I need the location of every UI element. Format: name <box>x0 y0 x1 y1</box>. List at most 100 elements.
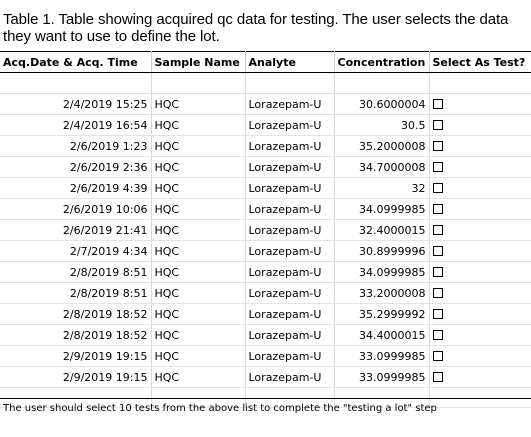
concentration-cell: 30.6000004 <box>333 93 430 115</box>
date-cell: 2/8/2019 8:51 <box>0 261 152 283</box>
sample-cell: HQC <box>150 261 246 283</box>
select-cell <box>428 366 531 388</box>
table-row: 2/9/2019 19:15 HQC Lorazepam-U 33.099998… <box>0 345 531 367</box>
select-cell <box>428 219 531 241</box>
analyte-cell: Lorazepam-U <box>244 198 335 220</box>
table-row: 2/7/2019 4:34 HQC Lorazepam-U 30.8999996 <box>0 240 531 262</box>
select-checkbox[interactable] <box>432 329 443 340</box>
select-checkbox[interactable] <box>432 119 443 130</box>
table-row: 2/6/2019 1:23 HQC Lorazepam-U 35.2000008 <box>0 135 531 157</box>
select-cell <box>428 114 531 136</box>
date-cell: 2/9/2019 19:15 <box>0 366 152 388</box>
date-cell: 2/8/2019 18:52 <box>0 303 152 325</box>
analyte-cell: Lorazepam-U <box>244 345 335 367</box>
select-checkbox[interactable] <box>432 161 443 172</box>
select-checkbox[interactable] <box>432 245 443 256</box>
analyte-cell: Lorazepam-U <box>244 156 335 178</box>
analyte-cell: Lorazepam-U <box>244 261 335 283</box>
table-row: 2/8/2019 8:51 HQC Lorazepam-U 33.2000008 <box>0 282 531 304</box>
concentration-cell: 32.4000015 <box>333 219 430 241</box>
blank-row <box>0 72 531 94</box>
concentration-cell: 30.5 <box>333 114 430 136</box>
sample-cell: HQC <box>150 93 246 115</box>
select-cell <box>428 282 531 304</box>
concentration-cell: 33.2000008 <box>333 282 430 304</box>
select-checkbox[interactable] <box>432 182 443 193</box>
date-cell: 2/6/2019 21:41 <box>0 219 152 241</box>
sample-cell: HQC <box>150 135 246 157</box>
select-cell <box>428 156 531 178</box>
sample-cell: HQC <box>150 177 246 199</box>
analyte-cell: Lorazepam-U <box>244 93 335 115</box>
concentration-cell: 33.0999985 <box>333 345 430 367</box>
sample-cell: HQC <box>150 345 246 367</box>
table-row: 2/4/2019 15:25 HQC Lorazepam-U 30.600000… <box>0 93 531 115</box>
table-row: 2/9/2019 19:15 HQC Lorazepam-U 33.099998… <box>0 366 531 388</box>
select-checkbox[interactable] <box>432 140 443 151</box>
sample-cell: HQC <box>150 198 246 220</box>
analyte-cell: Lorazepam-U <box>244 240 335 262</box>
footer-note: The user should select 10 tests from the… <box>0 398 531 437</box>
analyte-cell: Lorazepam-U <box>244 366 335 388</box>
concentration-cell: 32 <box>333 177 430 199</box>
table-caption: Table 1. Table showing acquired qc data … <box>3 11 509 45</box>
table-row: 2/4/2019 16:54 HQC Lorazepam-U 30.5 <box>0 114 531 136</box>
sample-cell: HQC <box>150 303 246 325</box>
header-sample-name: Sample Name <box>150 51 246 73</box>
select-checkbox[interactable] <box>432 371 443 382</box>
select-checkbox[interactable] <box>432 287 443 298</box>
select-checkbox[interactable] <box>432 203 443 214</box>
sample-cell: HQC <box>150 324 246 346</box>
select-cell <box>428 177 531 199</box>
sample-cell: HQC <box>150 219 246 241</box>
header-row: Acq.Date & Acq. Time Sample Name Analyte… <box>0 51 531 73</box>
date-cell: 2/4/2019 16:54 <box>0 114 152 136</box>
select-checkbox[interactable] <box>432 308 443 319</box>
analyte-cell: Lorazepam-U <box>244 114 335 136</box>
select-cell <box>428 240 531 262</box>
date-cell: 2/8/2019 18:52 <box>0 324 152 346</box>
select-checkbox[interactable] <box>432 224 443 235</box>
table-row: 2/6/2019 4:39 HQC Lorazepam-U 32 <box>0 177 531 199</box>
select-checkbox[interactable] <box>432 350 443 361</box>
header-analyte: Analyte <box>244 51 335 73</box>
table-row: 2/8/2019 8:51 HQC Lorazepam-U 34.0999985 <box>0 261 531 283</box>
select-cell <box>428 135 531 157</box>
date-cell: 2/9/2019 19:15 <box>0 345 152 367</box>
select-checkbox[interactable] <box>432 266 443 277</box>
date-cell: 2/8/2019 8:51 <box>0 282 152 304</box>
concentration-cell: 34.7000008 <box>333 156 430 178</box>
concentration-cell: 30.8999996 <box>333 240 430 262</box>
sample-cell: HQC <box>150 240 246 262</box>
concentration-cell: 35.2000008 <box>333 135 430 157</box>
concentration-cell: 35.2999992 <box>333 303 430 325</box>
select-cell <box>428 198 531 220</box>
table-row: 2/8/2019 18:52 HQC Lorazepam-U 35.299999… <box>0 303 531 325</box>
sample-cell: HQC <box>150 282 246 304</box>
analyte-cell: Lorazepam-U <box>244 219 335 241</box>
sample-cell: HQC <box>150 114 246 136</box>
concentration-cell: 34.0999985 <box>333 198 430 220</box>
header-concentration: Concentration <box>333 51 430 73</box>
select-cell <box>428 93 531 115</box>
concentration-cell: 34.4000015 <box>333 324 430 346</box>
header-date: Acq.Date & Acq. Time <box>0 51 152 73</box>
sample-cell: HQC <box>150 156 246 178</box>
date-cell: 2/7/2019 4:34 <box>0 240 152 262</box>
table-row: 2/8/2019 18:52 HQC Lorazepam-U 34.400001… <box>0 324 531 346</box>
select-checkbox[interactable] <box>432 98 443 109</box>
select-cell <box>428 345 531 367</box>
analyte-cell: Lorazepam-U <box>244 282 335 304</box>
analyte-cell: Lorazepam-U <box>244 324 335 346</box>
sample-cell: HQC <box>150 366 246 388</box>
select-cell <box>428 261 531 283</box>
analyte-cell: Lorazepam-U <box>244 177 335 199</box>
select-cell <box>428 303 531 325</box>
date-cell: 2/6/2019 2:36 <box>0 156 152 178</box>
table-row: 2/6/2019 10:06 HQC Lorazepam-U 34.099998… <box>0 198 531 220</box>
date-cell: 2/4/2019 15:25 <box>0 93 152 115</box>
table-row: 2/6/2019 2:36 HQC Lorazepam-U 34.7000008 <box>0 156 531 178</box>
concentration-cell: 33.0999985 <box>333 366 430 388</box>
table-row: 2/6/2019 21:41 HQC Lorazepam-U 32.400001… <box>0 219 531 241</box>
select-cell <box>428 324 531 346</box>
